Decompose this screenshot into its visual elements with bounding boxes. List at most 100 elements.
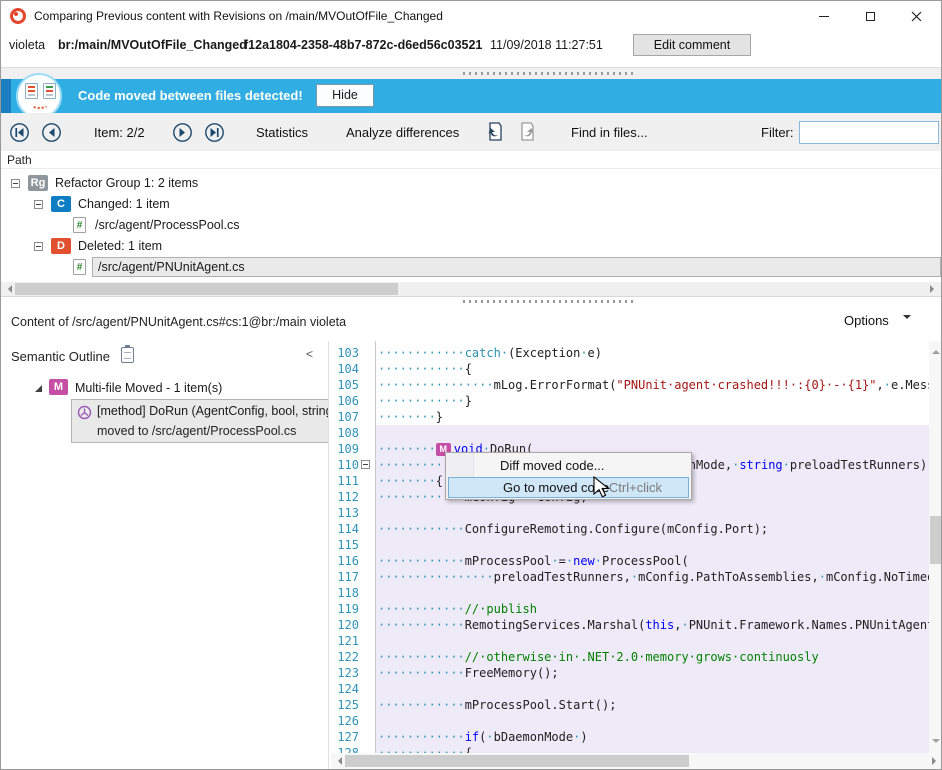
collapse-expander-icon[interactable]: [11, 179, 20, 188]
last-item-button[interactable]: [204, 122, 225, 143]
minimize-button[interactable]: [801, 1, 847, 31]
filter-input[interactable]: [799, 121, 939, 144]
code-line[interactable]: [376, 425, 929, 441]
code-token: e): [588, 346, 602, 360]
code-line[interactable]: [376, 585, 929, 601]
tree-row[interactable]: #/src/agent/ProcessPool.cs: [1, 215, 941, 236]
menu-item-go-to-moved-code[interactable]: Go to moved codeCtrl+click: [448, 477, 689, 498]
code-line[interactable]: [376, 713, 929, 729]
code-line[interactable]: ············ConfigureRemoting.Configure(…: [376, 521, 929, 537]
code-line[interactable]: ············{: [376, 745, 929, 753]
code-lines: ············catch·(Exception·e)·········…: [376, 345, 929, 753]
scroll-left-icon[interactable]: [4, 285, 12, 293]
next-difference-icon[interactable]: [518, 122, 536, 142]
edit-comment-button[interactable]: Edit comment: [633, 34, 751, 56]
tree-row[interactable]: DDeleted: 1 item: [1, 236, 941, 257]
code-line[interactable]: ············mProcessPool.Start();: [376, 697, 929, 713]
collapse-panel-button[interactable]: <: [306, 347, 313, 361]
code-token: PNUnit.Framework.Names.PNUnitAgentSe: [689, 618, 929, 632]
code-token: ············: [378, 746, 465, 753]
menu-item-label: Diff moved code...: [500, 455, 605, 477]
code-line[interactable]: ············FreeMemory();: [376, 665, 929, 681]
code-token: ············: [378, 730, 465, 744]
next-item-button[interactable]: [172, 122, 193, 143]
scrollbar-thumb[interactable]: [930, 516, 942, 564]
close-button[interactable]: [893, 1, 939, 31]
code-line[interactable]: ················preloadTestRunners,·mCon…: [376, 569, 929, 585]
collapse-expander-icon[interactable]: [34, 242, 43, 251]
selected-row-highlight[interactable]: /src/agent/PNUnitAgent.cs: [92, 257, 941, 277]
splitter-grip-icon: [463, 72, 635, 75]
scroll-right-icon[interactable]: [932, 757, 940, 765]
scrollbar-thumb[interactable]: [345, 755, 689, 767]
code-line[interactable]: ················mLog.ErrorFormat("PNUnit…: [376, 377, 929, 393]
code-line[interactable]: ············}: [376, 393, 929, 409]
code-token: ········: [378, 410, 436, 424]
line-number: 114: [331, 521, 361, 537]
line-number: 125: [331, 697, 361, 713]
tree-row[interactable]: RgRefactor Group 1: 2 items: [1, 173, 941, 194]
code-token: =: [559, 554, 566, 568]
code-line[interactable]: [376, 537, 929, 553]
code-token: mProcessPool.Start();: [465, 698, 617, 712]
code-token: ················: [378, 570, 494, 584]
code-line[interactable]: ············if(·bDaemonMode·): [376, 729, 929, 745]
code-line[interactable]: ············{: [376, 361, 929, 377]
path-column-header[interactable]: Path: [1, 151, 941, 169]
find-in-files-button[interactable]: Find in files...: [571, 125, 648, 140]
line-number: 123: [331, 665, 361, 681]
outline-item-signature: [method] DoRun (AgentConfig, bool, strin…: [97, 404, 329, 418]
statistics-button[interactable]: Statistics: [256, 125, 308, 140]
options-dropdown[interactable]: Options: [844, 313, 911, 328]
previous-item-button[interactable]: [41, 122, 62, 143]
code-line[interactable]: [376, 633, 929, 649]
previous-difference-icon[interactable]: [486, 122, 504, 142]
copy-outline-icon[interactable]: [121, 347, 134, 363]
code-line[interactable]: ············mProcessPool·=·new·ProcessPo…: [376, 553, 929, 569]
code-token: ProcessPool(: [602, 554, 689, 568]
code-line[interactable]: ············catch·(Exception·e): [376, 345, 929, 361]
semantic-outline-panel: Semantic Outline < M Multi-file Moved - …: [1, 341, 329, 770]
splitter-grip-icon[interactable]: [463, 300, 635, 303]
scroll-up-icon[interactable]: [932, 346, 940, 354]
code-editor[interactable]: 1031041051061071081091101111121131141151…: [331, 341, 929, 753]
code-line[interactable]: ············RemotingServices.Marshal(thi…: [376, 617, 929, 633]
menu-item-diff-moved-code[interactable]: Diff moved code...: [446, 455, 691, 477]
title-bar: Comparing Previous content with Revision…: [1, 1, 941, 31]
first-item-button[interactable]: [9, 122, 30, 143]
code-token: mConfig.PathToAssemblies,: [638, 570, 819, 584]
code-token: mProcessPool: [465, 554, 552, 568]
hide-banner-button[interactable]: Hide: [316, 84, 374, 107]
fold-collapse-icon[interactable]: [361, 460, 370, 469]
editor-vertical-scrollbar[interactable]: [929, 341, 942, 753]
tree-row[interactable]: #/src/agent/PNUnitAgent.cs: [1, 257, 941, 278]
scroll-left-icon[interactable]: [334, 757, 342, 765]
editor-horizontal-scrollbar[interactable]: [331, 753, 942, 769]
code-line[interactable]: [376, 505, 929, 521]
code-line[interactable]: ············//·otherwise·in·.NET·2.0·mem…: [376, 649, 929, 665]
code-token: ·: [681, 618, 688, 632]
analyze-differences-button[interactable]: Analyze differences: [346, 125, 459, 140]
header-splitter[interactable]: [1, 67, 941, 79]
code-line[interactable]: ············//·publish: [376, 601, 929, 617]
line-number: 127: [331, 729, 361, 745]
collapse-expander-icon[interactable]: [34, 200, 43, 209]
scrollbar-thumb[interactable]: [15, 283, 398, 295]
code-token: FreeMemory();: [465, 666, 559, 680]
moved-group-badge: M: [49, 379, 68, 395]
expanded-arrow-icon[interactable]: [35, 385, 42, 392]
line-number: 105: [331, 377, 361, 393]
code-token: ············: [378, 362, 465, 376]
tree-row[interactable]: CChanged: 1 item: [1, 194, 941, 215]
outline-group-label[interactable]: Multi-file Moved - 1 item(s): [75, 381, 222, 395]
scroll-right-icon[interactable]: [930, 285, 938, 293]
code-line[interactable]: [376, 681, 929, 697]
changeset-guid: f12a1804-2358-48b7-872c-d6ed56c03521: [244, 38, 482, 52]
code-token: ············: [378, 602, 465, 616]
code-line[interactable]: ········}: [376, 409, 929, 425]
line-number: 103: [331, 345, 361, 361]
scroll-down-icon[interactable]: [932, 739, 940, 747]
outline-selected-item[interactable]: [method] DoRun (AgentConfig, bool, strin…: [71, 399, 329, 443]
tree-horizontal-scrollbar[interactable]: [1, 282, 941, 296]
maximize-button[interactable]: [847, 1, 893, 31]
